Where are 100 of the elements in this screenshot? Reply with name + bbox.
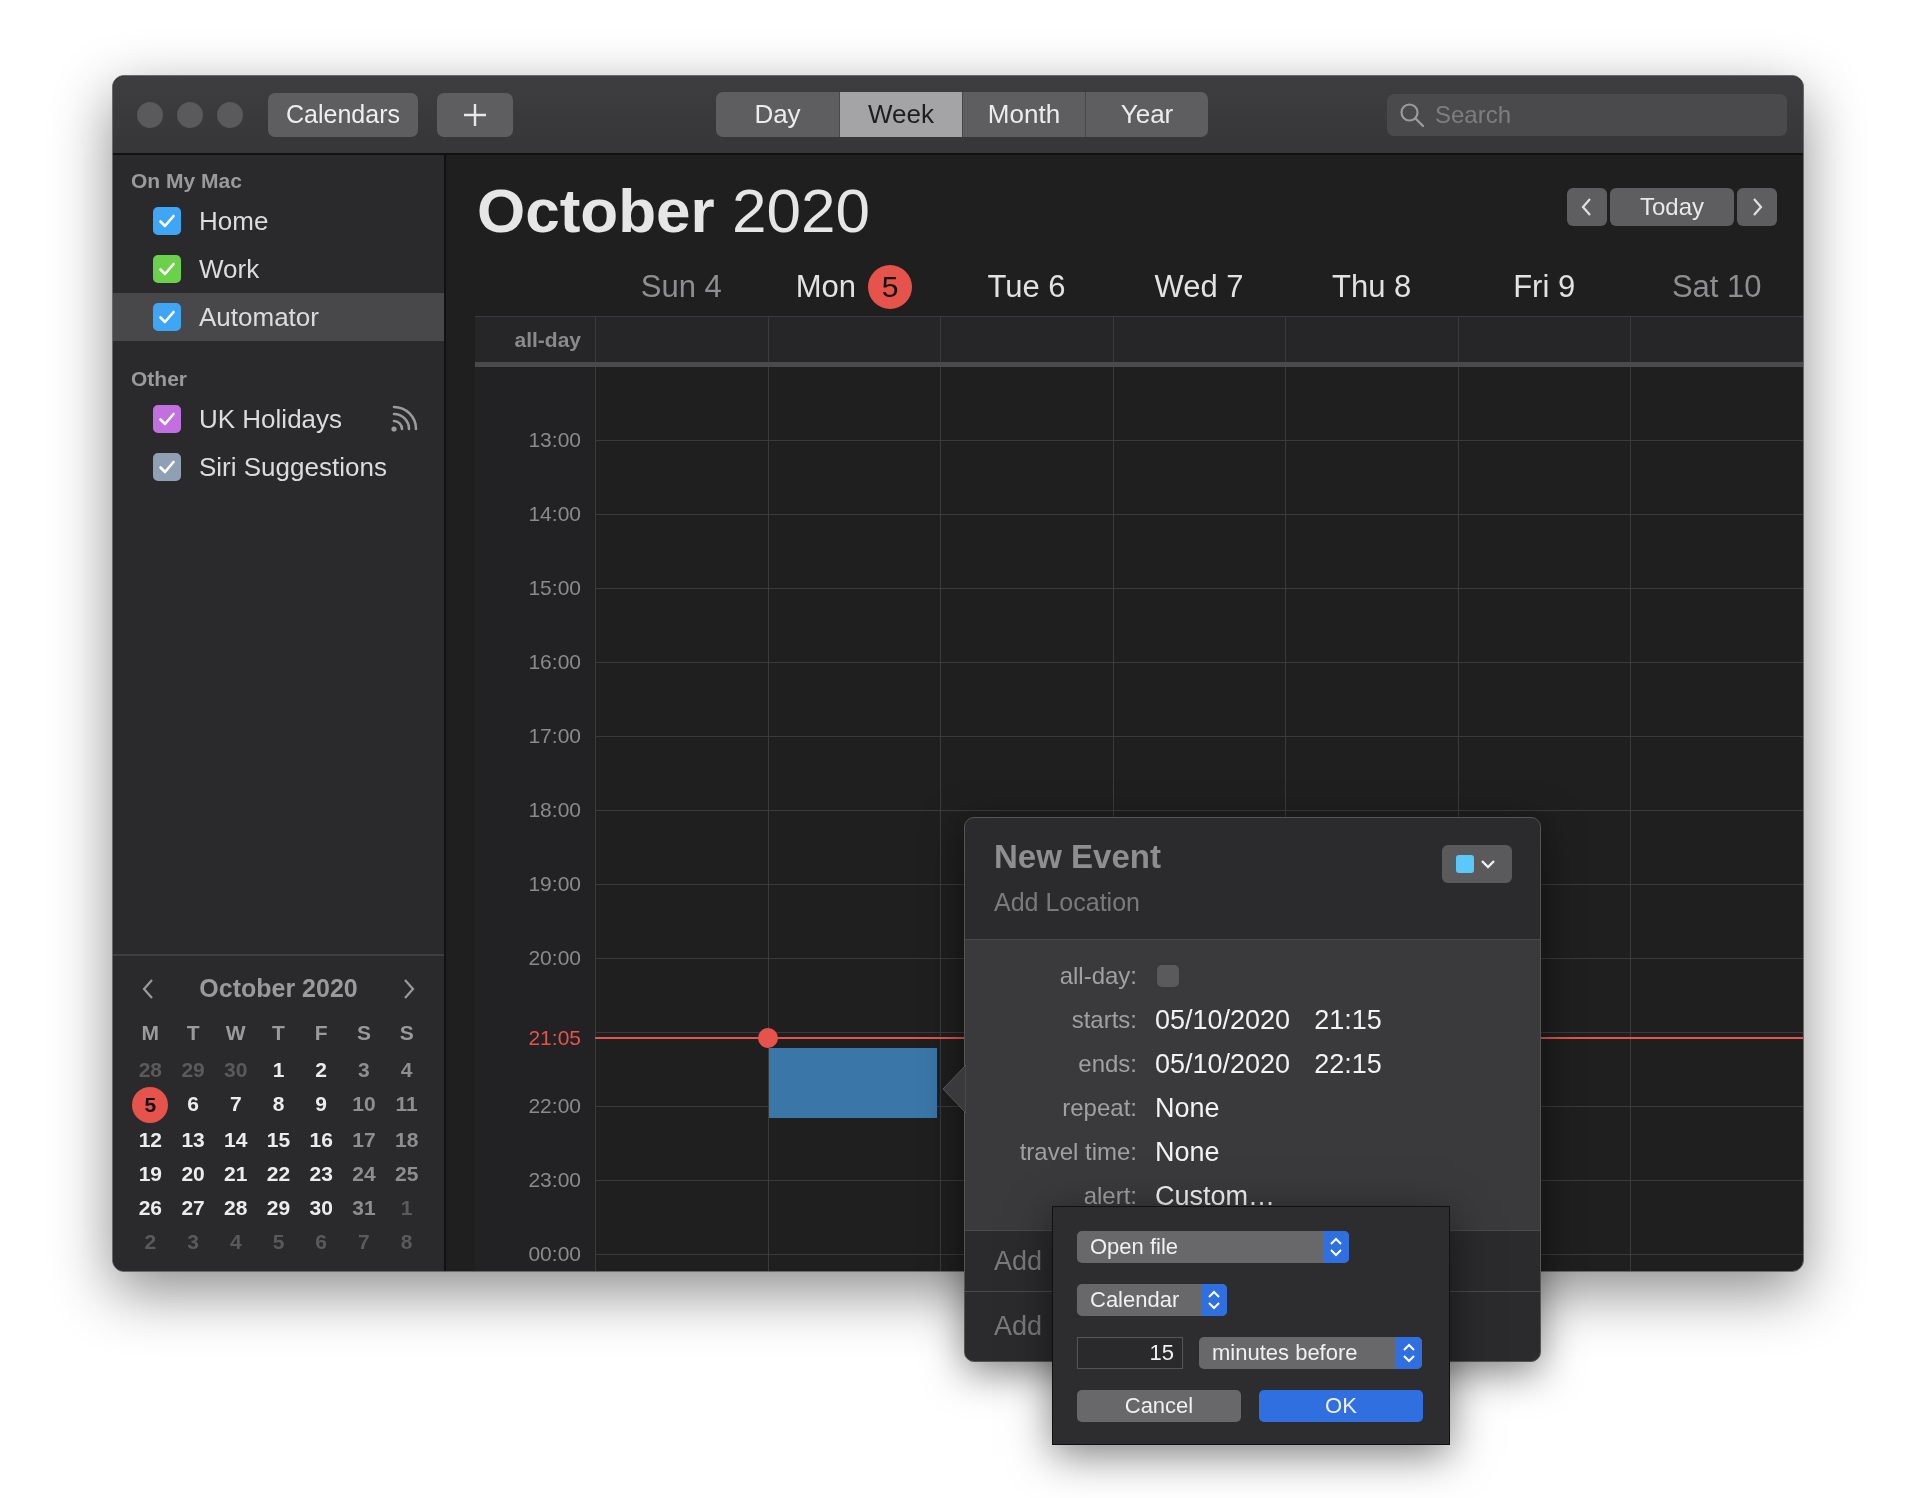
date-cell[interactable]: 19 — [132, 1157, 169, 1191]
date-value[interactable]: 05/10/2020 — [1155, 1004, 1291, 1036]
weekday-label: F — [313, 1020, 329, 1046]
next-month-icon[interactable] — [402, 977, 416, 1000]
all-day-cell[interactable] — [1285, 317, 1458, 362]
weekday-label: T — [185, 1020, 201, 1046]
date-cell[interactable]: 24 — [345, 1157, 382, 1191]
all-day-cell[interactable] — [940, 317, 1113, 362]
location-field[interactable]: Add Location — [994, 888, 1161, 917]
calendar-checkbox[interactable] — [153, 405, 181, 433]
calendar-select[interactable]: Calendar — [1077, 1284, 1227, 1316]
calendar-list-item[interactable]: Work — [113, 245, 444, 293]
alert-action-select[interactable]: Open file — [1077, 1231, 1349, 1263]
date-cell[interactable]: 28 — [217, 1191, 254, 1225]
date-cell[interactable]: 6 — [175, 1087, 212, 1121]
today-button[interactable]: Today — [1610, 187, 1734, 226]
time-label: 19:00 — [527, 872, 582, 896]
new-event-block[interactable] — [768, 1048, 938, 1118]
calendar-checkbox[interactable] — [153, 255, 181, 283]
view-tab[interactable]: Week — [839, 92, 962, 137]
time-value[interactable]: 21:15 — [1314, 1004, 1382, 1036]
date-cell[interactable]: 17 — [345, 1123, 382, 1157]
date-cell[interactable]: 21 — [217, 1157, 254, 1191]
month-title: October 2020 — [199, 974, 358, 1003]
time-label: 15:00 — [527, 576, 582, 600]
group-title: Other — [130, 366, 188, 392]
add-row-label[interactable]: Add — [994, 1245, 1043, 1277]
add-button[interactable] — [437, 92, 513, 137]
time-label: 17:00 — [527, 724, 582, 748]
next-week-button[interactable] — [1737, 187, 1777, 226]
event-title-field[interactable]: New Event — [994, 838, 1161, 876]
cancel-button[interactable]: Cancel — [1077, 1390, 1241, 1422]
zoom-button[interactable] — [217, 101, 243, 128]
all-day-cell[interactable] — [1630, 317, 1803, 362]
field-value[interactable]: None — [1155, 1092, 1220, 1124]
all-day-cell[interactable] — [1112, 317, 1286, 362]
all-day-cell[interactable] — [767, 317, 941, 362]
calendar-color-button[interactable] — [1442, 845, 1512, 883]
date-cell[interactable]: 25 — [388, 1157, 425, 1191]
date-cell[interactable]: 11 — [388, 1087, 425, 1121]
date-cell[interactable]: 2 — [303, 1053, 340, 1087]
day-header: Fri 9 — [1513, 269, 1576, 305]
ok-button[interactable]: OK — [1259, 1390, 1423, 1422]
today-date-badge: 5 — [868, 265, 912, 309]
date-cell[interactable]: 22 — [260, 1157, 297, 1191]
date-cell[interactable]: 30 — [303, 1191, 340, 1225]
time-label: 18:00 — [527, 798, 582, 822]
date-cell[interactable]: 10 — [345, 1087, 382, 1121]
field-value[interactable]: None — [1155, 1136, 1220, 1168]
date-cell[interactable]: 8 — [260, 1087, 297, 1121]
all-day-checkbox[interactable] — [1157, 965, 1179, 987]
time-label: 00:00 — [527, 1242, 582, 1266]
field-label: all-day: — [1058, 962, 1137, 990]
weekday-label: T — [271, 1020, 286, 1046]
updown-chevron-icon — [1329, 1236, 1343, 1258]
date-cell[interactable]: 15 — [260, 1123, 297, 1157]
date-cell[interactable]: 12 — [132, 1123, 169, 1157]
all-day-cell[interactable] — [595, 317, 768, 362]
calendar-list-item[interactable]: UK Holidays — [113, 395, 444, 443]
date-cell[interactable]: 1 — [260, 1053, 297, 1087]
calendar-checkbox[interactable] — [153, 453, 181, 481]
calendar-checkbox[interactable] — [153, 207, 181, 235]
previous-week-button[interactable] — [1567, 187, 1607, 226]
time-label: 21:05 — [527, 1026, 582, 1050]
date-cell[interactable]: 5 — [132, 1087, 169, 1123]
date-cell[interactable]: 29 — [260, 1191, 297, 1225]
view-tab[interactable]: Month — [962, 92, 1085, 137]
date-value[interactable]: 05/10/2020 — [1155, 1048, 1291, 1080]
time-value[interactable]: 22:15 — [1314, 1048, 1382, 1080]
calendar-list-item[interactable]: Automator — [113, 293, 444, 341]
date-cell[interactable]: 20 — [175, 1157, 212, 1191]
minutes-field[interactable]: 15 — [1077, 1337, 1183, 1369]
add-row-label[interactable]: Add — [994, 1311, 1043, 1342]
field-label: repeat: — [1061, 1094, 1137, 1122]
calendar-list-item[interactable]: Siri Suggestions — [113, 443, 444, 491]
date-cell[interactable]: 4 — [388, 1053, 425, 1087]
view-tab[interactable]: Day — [716, 92, 839, 137]
date-cell[interactable]: 3 — [345, 1053, 382, 1087]
view-tab[interactable]: Year — [1085, 92, 1208, 137]
date-cell[interactable]: 18 — [388, 1123, 425, 1157]
date-cell[interactable]: 31 — [345, 1191, 382, 1225]
all-day-label: all-day — [514, 327, 581, 352]
date-cell[interactable]: 27 — [175, 1191, 212, 1225]
date-cell[interactable]: 14 — [217, 1123, 254, 1157]
calendar-list-item[interactable]: Home — [113, 197, 444, 245]
calendar-checkbox[interactable] — [153, 303, 181, 331]
field-label: starts: — [1070, 1006, 1137, 1034]
all-day-cell[interactable] — [1457, 317, 1631, 362]
date-cell[interactable]: 23 — [303, 1157, 340, 1191]
minimize-button[interactable] — [177, 101, 203, 128]
calendar-name: UK Holidays — [199, 403, 344, 435]
date-cell[interactable]: 26 — [132, 1191, 169, 1225]
close-button[interactable] — [137, 101, 163, 128]
date-cell[interactable]: 13 — [175, 1123, 212, 1157]
date-cell[interactable]: 7 — [217, 1087, 254, 1121]
date-cell[interactable]: 16 — [303, 1123, 340, 1157]
calendars-button[interactable]: Calendars — [268, 92, 418, 137]
date-cell[interactable]: 9 — [303, 1087, 340, 1121]
unit-select[interactable]: minutes before — [1199, 1337, 1422, 1369]
previous-month-icon[interactable] — [141, 977, 155, 1000]
